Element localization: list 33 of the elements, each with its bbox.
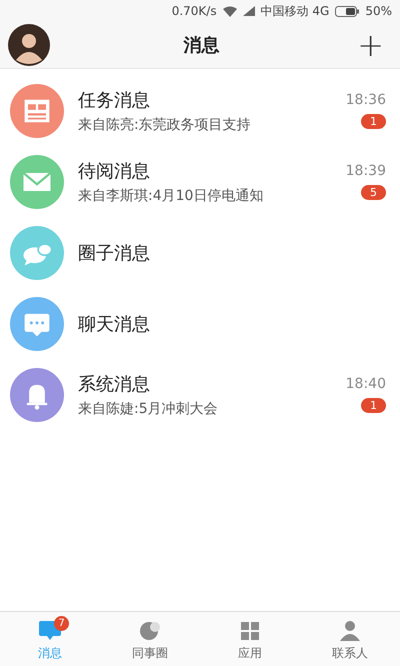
message-title[interactable]: 待阅消息 [78, 158, 332, 182]
chat-icon[interactable] [10, 296, 64, 350]
doc-icon[interactable] [10, 84, 64, 138]
tab[interactable]: 消息 7 [0, 612, 100, 666]
unread-badge: 7 [54, 616, 69, 631]
message-time: 18:40 [346, 376, 386, 392]
message-title[interactable]: 任务消息 [78, 88, 332, 112]
page-title: 消息 [184, 34, 220, 57]
message-title[interactable]: 聊天消息 [78, 312, 386, 336]
message-title[interactable]: 圈子消息 [78, 240, 386, 264]
unread-badge: 1 [361, 398, 386, 413]
tab[interactable]: 同事圈 [100, 612, 200, 666]
battery-percent: 50% [365, 4, 392, 18]
signal-icon [242, 6, 255, 16]
bell-icon[interactable] [10, 368, 64, 422]
message-title[interactable]: 系统消息 [78, 372, 332, 396]
tab[interactable]: 联系人 [300, 612, 400, 666]
unread-badge: 5 [361, 185, 386, 200]
network-speed: 0.70K/s [172, 4, 217, 18]
unread-badge: 1 [361, 114, 386, 129]
add-button[interactable]: + [353, 29, 388, 61]
tab[interactable]: 应用 [200, 612, 300, 666]
message-preview: 来自陈亮:东莞政务项目支持 [78, 116, 252, 134]
battery-icon [335, 6, 360, 16]
message-preview: 来自李斯琪:4月10日停电通知 [78, 186, 264, 204]
bubbles-icon[interactable] [10, 226, 64, 280]
avatar[interactable] [8, 24, 50, 66]
message-preview: 来自陈婕:5月冲刺大会 [78, 400, 219, 418]
message-time: 18:36 [346, 92, 386, 108]
wifi-icon [222, 6, 237, 16]
message-time: 18:39 [346, 163, 386, 179]
mail-icon[interactable] [10, 154, 64, 208]
carrier-label: 中国移动 4G [260, 2, 330, 20]
